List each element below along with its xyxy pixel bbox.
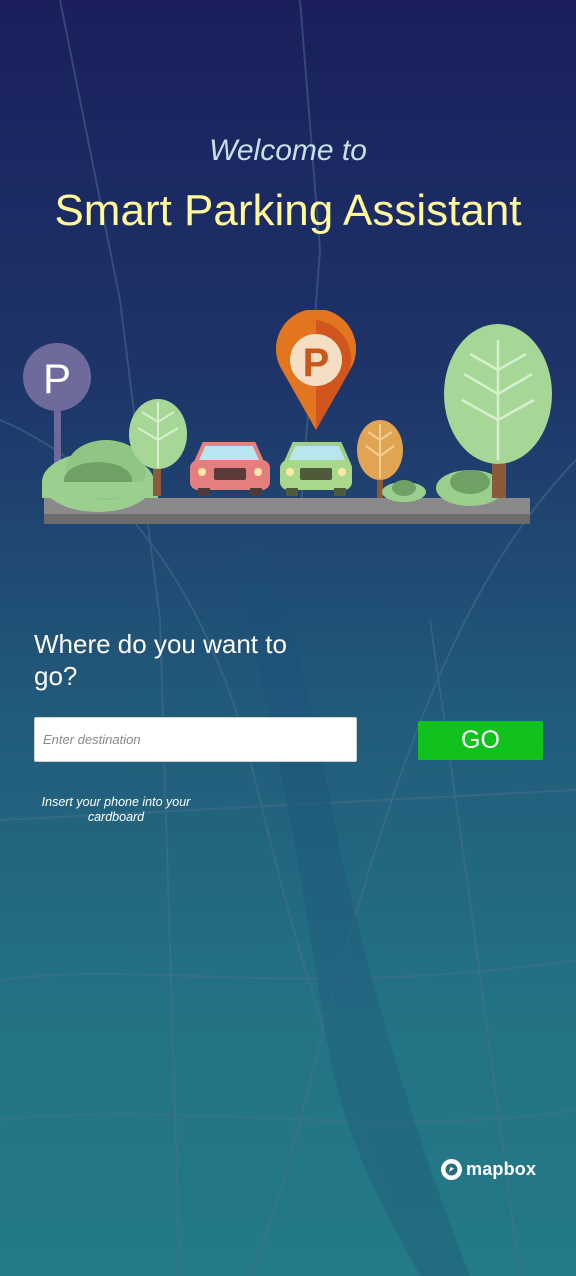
green-car-icon — [280, 442, 352, 496]
pin-letter: P — [303, 341, 330, 385]
parking-lot-illustration: P P — [23, 310, 552, 524]
mapbox-logo-text: mapbox — [466, 1158, 537, 1179]
sign-letter: P — [43, 355, 71, 402]
mapbox-logo-icon — [441, 1158, 462, 1180]
app-screen: Welcome to Smart Parking Assistant P P W… — [0, 0, 576, 1276]
destination-input[interactable] — [34, 717, 357, 762]
go-button[interactable]: GO — [418, 721, 543, 760]
welcome-heading: Welcome to — [209, 134, 367, 167]
cardboard-hint: Insert your phone into your cardboard — [41, 795, 191, 824]
red-car-icon — [190, 442, 270, 496]
destination-question: Where do you want to go? — [34, 629, 287, 691]
mapbox-attribution[interactable]: mapbox — [441, 1157, 536, 1181]
app-title: Smart Parking Assistant — [54, 186, 522, 235]
parking-pin-icon: P — [276, 310, 356, 430]
